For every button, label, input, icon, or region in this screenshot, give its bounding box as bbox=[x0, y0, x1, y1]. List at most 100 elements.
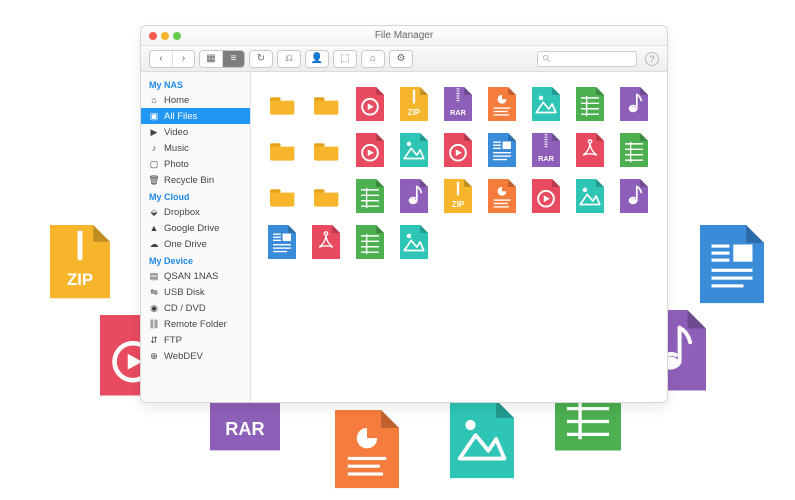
svg-text:RAR: RAR bbox=[450, 108, 466, 117]
sidebar-item-remote-folder[interactable]: ⛓ Remote Folder bbox=[141, 316, 250, 332]
stage: ZIP RAR File Manager ‹ › ▦ ≡ ↻ ⎌ 👤 ⬚ ⌂ bbox=[0, 0, 795, 500]
file-music[interactable] bbox=[619, 86, 649, 122]
trash-icon: 🗑 bbox=[149, 175, 159, 185]
file-doc[interactable] bbox=[267, 224, 297, 260]
back-button[interactable]: ‹ bbox=[150, 51, 172, 67]
sidebar-item-webdev[interactable]: ⊕WebDEV bbox=[141, 348, 250, 364]
sidebar-item-music[interactable]: ♪Music bbox=[141, 140, 250, 156]
file-zip[interactable]: ZIP bbox=[399, 86, 429, 122]
help-button[interactable]: ? bbox=[645, 52, 659, 66]
svg-text:RAR: RAR bbox=[538, 154, 554, 163]
dropbox-icon: ⬙ bbox=[149, 207, 159, 217]
remote-icon: ⛓ bbox=[149, 319, 159, 329]
grid-view-button[interactable]: ▦ bbox=[200, 51, 222, 67]
sidebar-item-google-drive[interactable]: ▲Google Drive bbox=[141, 220, 250, 236]
svg-text:ZIP: ZIP bbox=[67, 270, 93, 289]
sidebar-item-label: Video bbox=[164, 127, 188, 138]
sidebar-item-label: Photo bbox=[164, 159, 189, 170]
sidebar-item-recycle-bin[interactable]: 🗑 Recycle Bin bbox=[141, 172, 250, 188]
file-doc[interactable] bbox=[487, 132, 517, 168]
sidebar-item-all-files[interactable]: ▣All Files bbox=[141, 108, 250, 124]
gdrive-icon: ▲ bbox=[149, 223, 159, 233]
file-zip[interactable]: ZIP bbox=[443, 178, 473, 214]
file-music[interactable] bbox=[619, 178, 649, 214]
file-folder[interactable] bbox=[311, 178, 341, 214]
list-view-button[interactable]: ≡ bbox=[222, 51, 244, 67]
refresh-button[interactable]: ↻ bbox=[250, 51, 272, 67]
file-music[interactable] bbox=[399, 178, 429, 214]
tag-button[interactable]: ⌂ bbox=[362, 51, 384, 67]
forward-button[interactable]: › bbox=[172, 51, 194, 67]
file-image[interactable] bbox=[399, 224, 429, 260]
sidebar-heading: My Device bbox=[141, 252, 250, 268]
sidebar-item-qsan-1nas[interactable]: ▤ QSAN 1NAS bbox=[141, 268, 250, 284]
settings-button[interactable]: ⚙ bbox=[390, 51, 412, 67]
file-manager-window: File Manager ‹ › ▦ ≡ ↻ ⎌ 👤 ⬚ ⌂ ⚙ ? My NA… bbox=[140, 25, 668, 403]
sidebar: My NAS⌂Home▣All Files▶Video♪Music▢Photo🗑… bbox=[141, 72, 251, 402]
file-sheet[interactable] bbox=[355, 178, 385, 214]
float-chart-icon bbox=[335, 410, 399, 491]
sidebar-item-label: QSAN 1NAS bbox=[164, 271, 218, 282]
sidebar-item-label: USB Disk bbox=[164, 287, 205, 298]
search-icon bbox=[542, 54, 551, 63]
folder-icon: ▣ bbox=[149, 111, 159, 121]
file-rar[interactable]: RAR bbox=[443, 86, 473, 122]
close-icon[interactable] bbox=[149, 32, 157, 40]
usb-icon: ⇋ bbox=[149, 287, 159, 297]
maximize-icon[interactable] bbox=[173, 32, 181, 40]
search-input[interactable] bbox=[537, 51, 637, 67]
file-folder[interactable] bbox=[267, 178, 297, 214]
file-folder[interactable] bbox=[267, 86, 297, 122]
sidebar-item-home[interactable]: ⌂ Home bbox=[141, 92, 250, 108]
disc-icon: ◉ bbox=[149, 303, 159, 313]
screen-button[interactable]: ⬚ bbox=[334, 51, 356, 67]
file-play[interactable] bbox=[355, 132, 385, 168]
file-image[interactable] bbox=[399, 132, 429, 168]
sidebar-heading: My NAS bbox=[141, 76, 250, 92]
file-play[interactable] bbox=[443, 132, 473, 168]
sidebar-item-usb-disk[interactable]: ⇋ USB Disk bbox=[141, 284, 250, 300]
file-pdf[interactable] bbox=[575, 132, 605, 168]
sidebar-item-dropbox[interactable]: ⬙Dropbox bbox=[141, 204, 250, 220]
sidebar-item-label: One Drive bbox=[164, 239, 207, 250]
file-play[interactable] bbox=[531, 178, 561, 214]
sidebar-item-label: Remote Folder bbox=[164, 319, 227, 330]
sidebar-item-label: FTP bbox=[164, 335, 182, 346]
file-folder[interactable] bbox=[311, 86, 341, 122]
sidebar-heading: My Cloud bbox=[141, 188, 250, 204]
toolbar: ‹ › ▦ ≡ ↻ ⎌ 👤 ⬚ ⌂ ⚙ ? bbox=[141, 46, 667, 72]
svg-text:RAR: RAR bbox=[225, 419, 264, 439]
file-folder[interactable] bbox=[267, 132, 297, 168]
file-image[interactable] bbox=[575, 178, 605, 214]
sidebar-item-video[interactable]: ▶ Video bbox=[141, 124, 250, 140]
nas-icon: ▤ bbox=[149, 271, 159, 281]
home-icon: ⌂ bbox=[149, 95, 159, 105]
file-sheet[interactable] bbox=[355, 224, 385, 260]
nav-group: ‹ › bbox=[149, 50, 195, 68]
title-bar: File Manager bbox=[141, 26, 667, 46]
web-icon: ⊕ bbox=[149, 351, 159, 361]
sidebar-item-label: CD / DVD bbox=[164, 303, 206, 314]
file-play[interactable] bbox=[355, 86, 385, 122]
share-button[interactable]: ⎌ bbox=[278, 51, 300, 67]
sidebar-item-photo[interactable]: ▢Photo bbox=[141, 156, 250, 172]
file-chart[interactable] bbox=[487, 86, 517, 122]
sidebar-item-label: Home bbox=[164, 95, 189, 106]
file-folder[interactable] bbox=[311, 132, 341, 168]
sidebar-item-one-drive[interactable]: ☁One Drive bbox=[141, 236, 250, 252]
content-area: My NAS⌂Home▣All Files▶Video♪Music▢Photo🗑… bbox=[141, 72, 667, 402]
user-button[interactable]: 👤 bbox=[306, 51, 328, 67]
sidebar-item-label: Recycle Bin bbox=[164, 175, 214, 186]
file-sheet[interactable] bbox=[619, 132, 649, 168]
window-title: File Manager bbox=[141, 30, 667, 41]
file-pdf[interactable] bbox=[311, 224, 341, 260]
view-group: ▦ ≡ bbox=[199, 50, 245, 68]
file-rar[interactable]: RAR bbox=[531, 132, 561, 168]
sidebar-item-cd-dvd[interactable]: ◉ CD / DVD bbox=[141, 300, 250, 316]
sidebar-item-ftp[interactable]: ⇵FTP bbox=[141, 332, 250, 348]
video-icon: ▶ bbox=[149, 127, 159, 137]
minimize-icon[interactable] bbox=[161, 32, 169, 40]
file-sheet[interactable] bbox=[575, 86, 605, 122]
file-image[interactable] bbox=[531, 86, 561, 122]
file-chart[interactable] bbox=[487, 178, 517, 214]
